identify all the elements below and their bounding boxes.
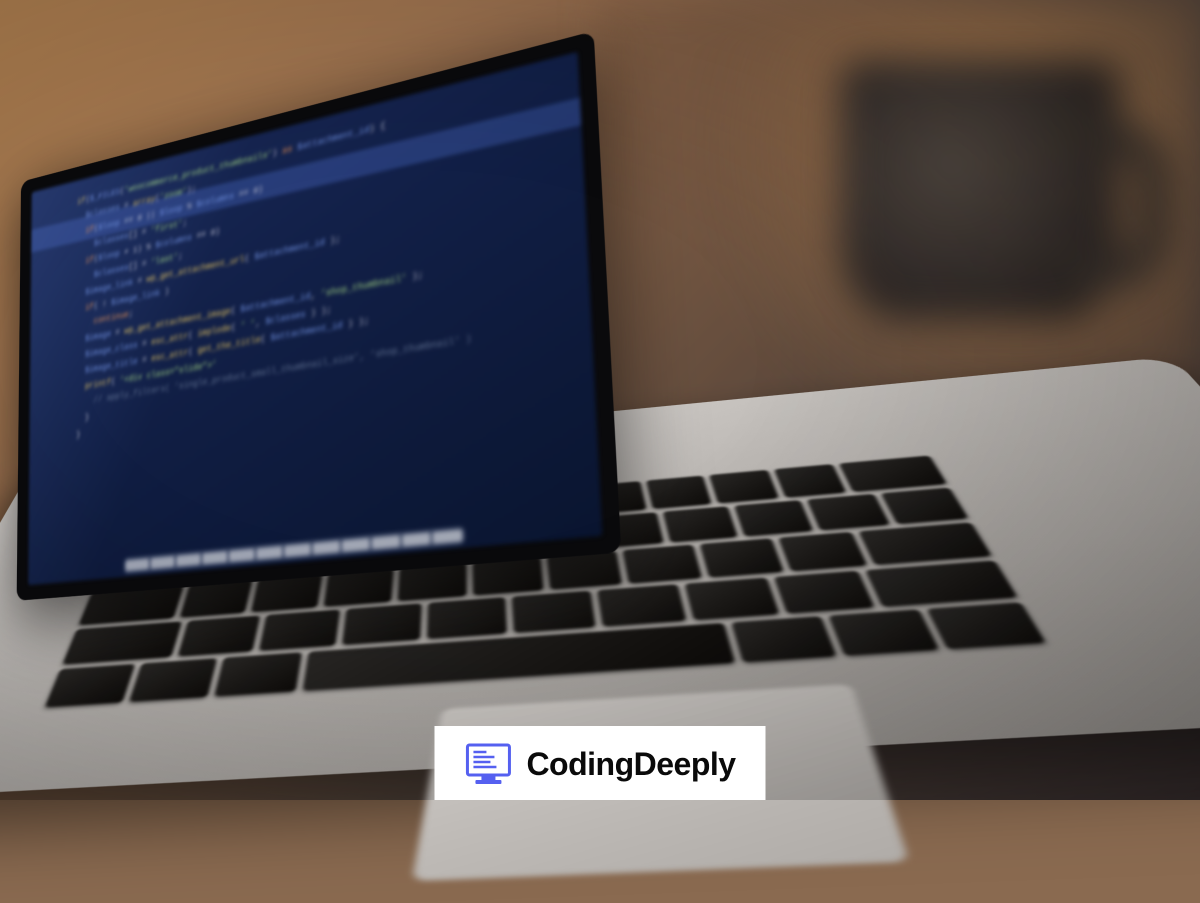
screen-bezel: if($_FILES('woocommerce_product_thumbnai…	[17, 31, 622, 601]
laptop-screen-assembly: if($_FILES('woocommerce_product_thumbnai…	[17, 31, 622, 601]
watermark-text: CodingDeeply	[526, 746, 735, 783]
screen: if($_FILES('woocommerce_product_thumbnai…	[28, 52, 602, 585]
screen-glare	[28, 115, 341, 585]
monitor-code-icon	[464, 742, 512, 786]
photo-background: if($_FILES('woocommerce_product_thumbnai…	[0, 0, 1200, 800]
watermark-badge: CodingDeeply	[434, 726, 765, 800]
